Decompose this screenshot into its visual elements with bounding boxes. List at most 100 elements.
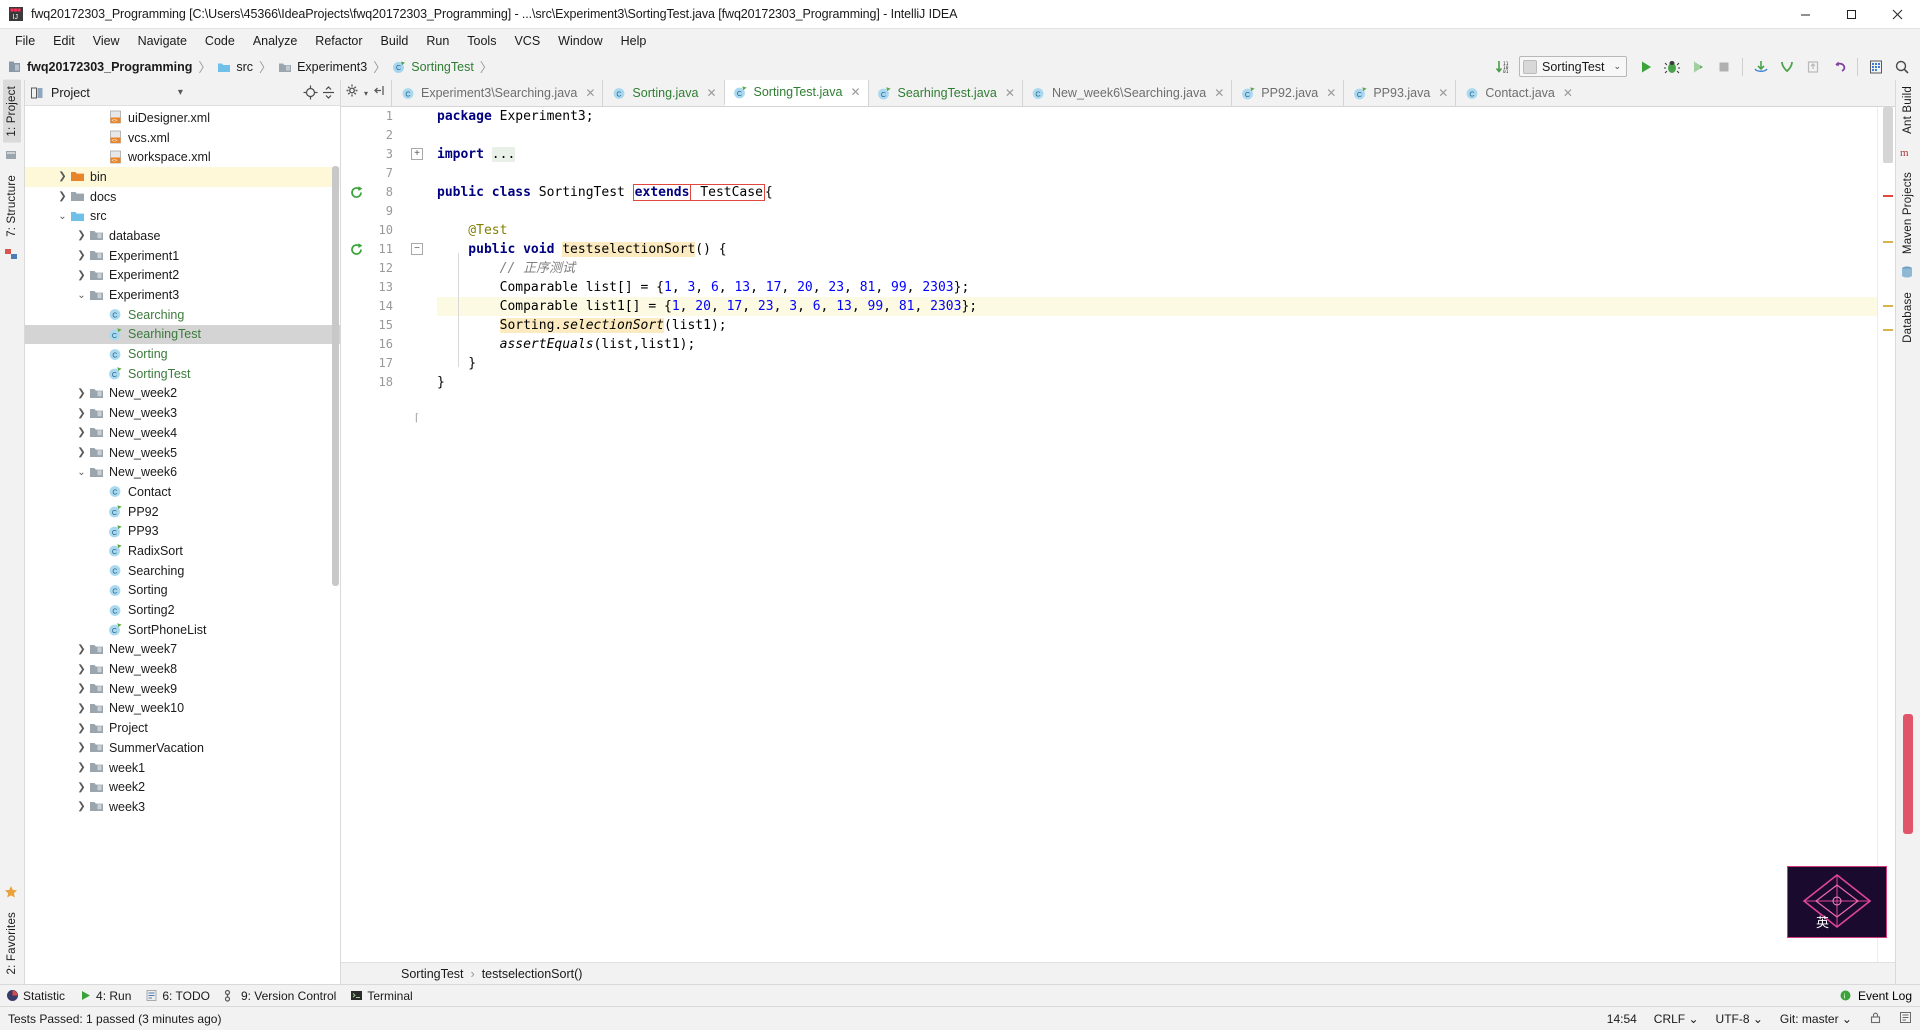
breadcrumb-src[interactable]: src [217,60,253,74]
tree-node-new-week2[interactable]: ❯ New_week2 [25,384,340,404]
tree-node-searching[interactable]: C Searching [25,305,340,325]
collapse-all-icon[interactable] [320,85,336,101]
close-button[interactable] [1874,0,1920,29]
tree-node-searhingtest[interactable]: C SearhingTest [25,324,340,345]
code-line[interactable] [437,202,1877,221]
code-line[interactable]: package Experiment3; [437,107,1877,126]
tree-node-new-week9[interactable]: ❯ New_week9 [25,679,340,699]
editor-tab-pp92-java[interactable]: C PP92.java ✕ [1231,80,1344,106]
search-everywhere-icon[interactable] [1890,56,1914,78]
breadcrumb-class[interactable]: SortingTest [401,967,464,981]
tree-node-database[interactable]: ❯ database [25,226,340,246]
code-line[interactable]: Comparable list1[] = {1, 20, 17, 23, 3, … [437,297,1877,316]
chevron-right-icon[interactable]: ❯ [56,190,69,203]
tree-node-week1[interactable]: ❯ week1 [25,758,340,778]
chevron-right-icon[interactable]: ❯ [75,269,88,282]
menu-item-tools[interactable]: Tools [458,32,505,50]
code-line[interactable]: Sorting.selectionSort(list1); [437,316,1877,335]
tree-node-uidesigner-xml[interactable]: <> uiDesigner.xml [25,108,340,128]
tree-node-pp93[interactable]: C PP93 [25,521,340,541]
tree-node-workspace-xml[interactable]: <> workspace.xml [25,147,340,167]
code-line[interactable]: public void testselectionSort() { [437,240,1877,259]
editor-tab-searhingtest-java[interactable]: C SearhingTest.java ✕ [867,80,1022,106]
tree-node-src[interactable]: ⌄ src [25,206,340,226]
tree-node-docs[interactable]: ❯ docs [25,187,340,207]
run-configuration-selector[interactable]: SortingTest ⌄ [1519,56,1627,77]
code-line[interactable] [437,164,1877,183]
tree-node-new-week5[interactable]: ❯ New_week5 [25,443,340,463]
tree-node-experiment3[interactable]: ⌄ Experiment3 [25,285,340,305]
tree-node-new-week8[interactable]: ❯ New_week8 [25,659,340,679]
chevron-down-icon[interactable]: ▾ [178,87,183,98]
tree-node-sortphonelist[interactable]: C SortPhoneList [25,620,340,640]
tree-node-sorting2[interactable]: C Sorting2 [25,600,340,620]
inspection-icon[interactable] [1899,1011,1912,1027]
chevron-right-icon[interactable]: ❯ [75,761,88,774]
tree-node-sorting[interactable]: C Sorting [25,344,340,364]
commit-icon[interactable] [1775,56,1799,78]
status-line-separator[interactable]: CRLF ⌄ [1654,1012,1699,1026]
stop-icon[interactable] [1712,56,1736,78]
code-line[interactable] [437,126,1877,145]
toolwindow-4-run[interactable]: 4: Run [79,989,131,1003]
menu-item-file[interactable]: File [6,32,44,50]
run-icon[interactable] [1634,56,1658,78]
fold-marker-gutter[interactable]: + − ⌈ [403,107,482,962]
close-tab-icon[interactable]: ✕ [706,86,716,100]
tree-node-week2[interactable]: ❯ week2 [25,777,340,797]
menu-item-refactor[interactable]: Refactor [306,32,371,50]
menu-item-help[interactable]: Help [612,32,656,50]
tree-node-experiment1[interactable]: ❯ Experiment1 [25,246,340,266]
tree-node-new-week4[interactable]: ❯ New_week4 [25,423,340,443]
minimize-button[interactable] [1782,0,1828,29]
fold-marker[interactable]: + [411,148,423,160]
code-line[interactable]: // 正序测试 [437,259,1877,278]
tree-node-new-week3[interactable]: ❯ New_week3 [25,403,340,423]
chevron-right-icon[interactable]: ❯ [75,702,88,715]
editor-tab-new-week6-searching-java[interactable]: C New_week6\Searching.java ✕ [1021,80,1232,106]
project-tree[interactable]: <> uiDesigner.xml <> vcs.xml <> workspace.xml… [25,106,340,984]
chevron-right-icon[interactable]: ❯ [75,781,88,794]
settings-gear-icon[interactable] [345,83,360,103]
menu-item-code[interactable]: Code [196,32,244,50]
fold-marker[interactable]: ⌈ [411,414,423,426]
status-git-branch[interactable]: Git: master ⌄ [1780,1012,1852,1026]
chevron-right-icon[interactable]: ❯ [75,663,88,676]
close-tab-icon[interactable]: ✕ [1438,86,1448,100]
ime-indicator-widget[interactable]: 英 [1787,866,1887,938]
tree-node-radixsort[interactable]: C RadixSort [25,541,340,561]
event-log-button[interactable]: i Event Log [1839,989,1920,1003]
rail-tab-database[interactable]: Database [1899,286,1917,349]
tree-node-pp92[interactable]: C PP92 [25,502,340,522]
editor-tab-contact-java[interactable]: C Contact.java ✕ [1455,80,1580,106]
chevron-right-icon[interactable]: ❯ [75,643,88,656]
chevron-right-icon[interactable]: ❯ [75,229,88,242]
tree-node-vcs-xml[interactable]: <> vcs.xml [25,128,340,148]
code-line[interactable]: } [437,373,1877,392]
close-tab-icon[interactable]: ✕ [585,86,595,100]
chevron-right-icon[interactable]: ❯ [75,741,88,754]
chevron-down-icon[interactable]: ⌄ [75,466,88,479]
tree-node-sorting[interactable]: C Sorting [25,581,340,601]
commander-icon[interactable] [4,148,20,164]
breadcrumb-method[interactable]: testselectionSort() [482,967,583,981]
tree-node-sortingtest[interactable]: C SortingTest [25,364,340,384]
breadcrumb-experiment3[interactable]: Experiment3 [278,60,367,74]
code-line[interactable]: } [437,354,1877,373]
chevron-right-icon[interactable]: ❯ [75,426,88,439]
code-line[interactable]: @Test [437,221,1877,240]
right-scroll-thumb[interactable] [1903,714,1913,834]
project-structure-icon[interactable] [1864,56,1888,78]
run-coverage-icon[interactable] [1686,56,1710,78]
tree-node-contact[interactable]: C Contact [25,482,340,502]
fold-marker[interactable]: − [411,243,423,255]
tree-node-bin[interactable]: ❯ bin [25,167,340,187]
breadcrumb-project[interactable]: fwq20172303_Programming [8,60,192,74]
locate-file-icon[interactable] [302,85,318,101]
editor-markup-scrollbar[interactable] [1877,107,1895,962]
designer-icon[interactable] [4,247,20,263]
editor-tab-sortingtest-java[interactable]: C SortingTest.java ✕ [723,80,868,106]
run-class-gutter-icon[interactable] [349,184,366,201]
editor-tab-pp93-java[interactable]: C PP93.java ✕ [1343,80,1456,106]
maximize-button[interactable] [1828,0,1874,29]
